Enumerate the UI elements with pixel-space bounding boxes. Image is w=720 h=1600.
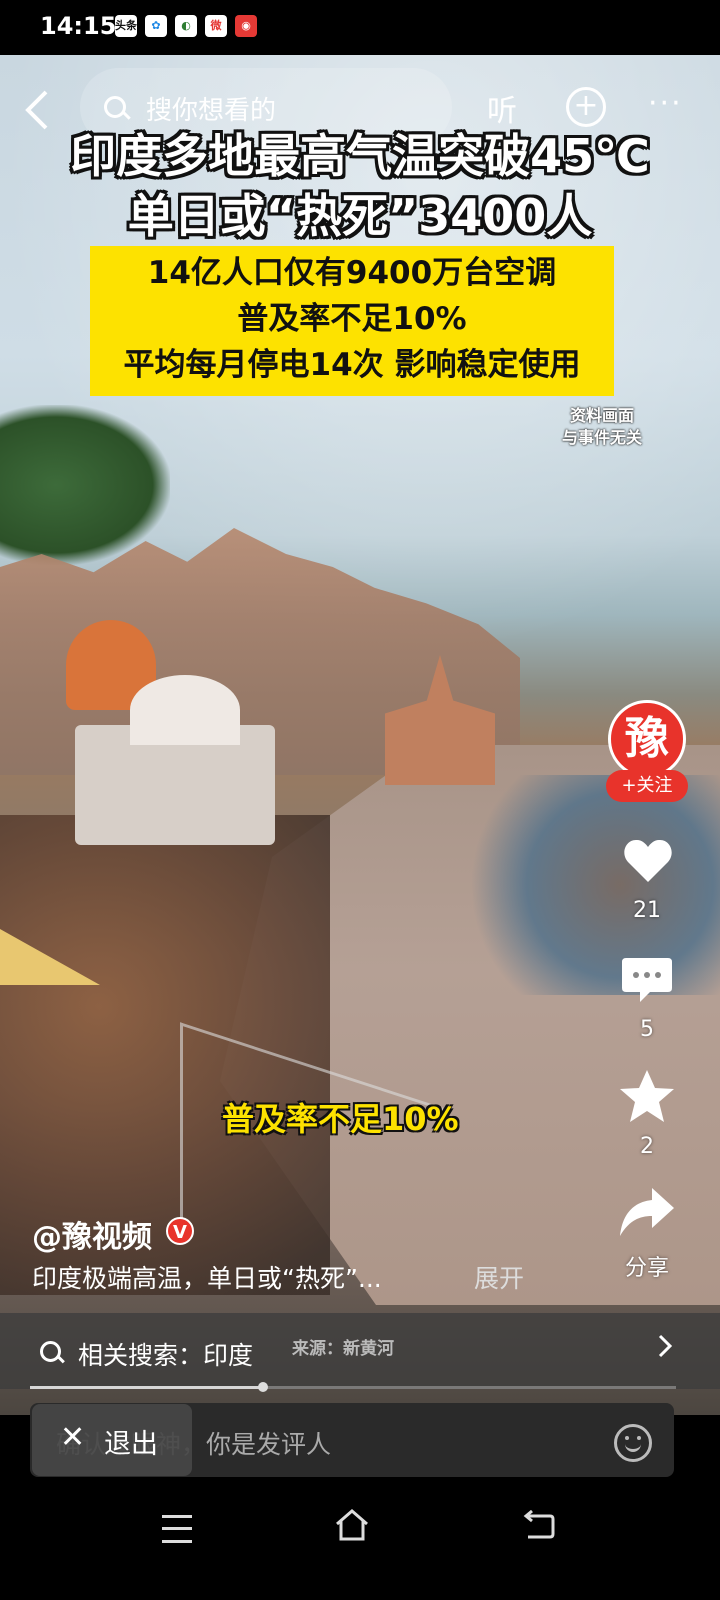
disclaimer-line-1: 资料画面 (569, 406, 634, 425)
status-icons: 头条 ✿ ◐ 微 ◉ (115, 15, 257, 37)
chevron-right-icon[interactable] (656, 1330, 676, 1370)
video-headline: 印度多地最高气温突破45℃ 单日或“热死”3400人 (40, 126, 680, 246)
progress-handle[interactable] (258, 1382, 268, 1392)
favorite-count: 2 (640, 1134, 654, 1159)
expand-link[interactable]: 展开 (474, 1259, 524, 1295)
app-icon: ✿ (145, 15, 167, 37)
home-icon[interactable] (334, 1508, 370, 1542)
comment-count: 5 (640, 1017, 654, 1042)
info-line-1: 14亿人口仅有9400万台空调 (147, 255, 557, 291)
status-time: 14:15 (40, 12, 117, 40)
crowd-right (470, 775, 720, 995)
verified-badge: V (166, 1217, 194, 1245)
menu-icon[interactable] (162, 1515, 192, 1543)
toutiao-icon: 头条 (115, 15, 137, 37)
share-icon[interactable] (618, 1186, 676, 1240)
post-caption[interactable]: 印度极端高温，单日或“热死”... (32, 1259, 382, 1295)
like-count: 21 (633, 898, 661, 923)
star-icon[interactable] (618, 1068, 676, 1124)
search-placeholder: 搜你想看的 (146, 96, 277, 126)
disclaimer-line-2: 与事件无关 (561, 428, 642, 447)
back-icon[interactable] (522, 1510, 556, 1540)
follow-button[interactable]: +关注 (606, 770, 688, 802)
author-name[interactable]: @豫视频 (32, 1212, 152, 1256)
search-icon (104, 96, 126, 118)
source-watermark: 来源：新黄河 (292, 1339, 394, 1359)
headline-line-1: 印度多地最高气温突破45℃ (70, 129, 650, 183)
info-line-3: 平均每月停电14次 影响稳定使用 (123, 347, 581, 383)
more-button[interactable]: ··· (648, 86, 683, 121)
video-subtitle: 普及率不足10% (222, 1100, 459, 1138)
info-box: 14亿人口仅有9400万台空调 普及率不足10% 平均每月停电14次 影响稳定使… (90, 246, 614, 396)
weibo-icon: 微 (205, 15, 227, 37)
mobile-app-icon: ◐ (175, 15, 197, 37)
author-avatar[interactable]: 豫 (608, 700, 686, 778)
system-nav-bar (0, 1490, 720, 1600)
disclaimer: 资料画面 与事件无关 (553, 405, 651, 449)
heart-icon[interactable] (622, 835, 674, 887)
share-label[interactable]: 分享 (617, 1250, 677, 1282)
comment-icon[interactable] (620, 956, 674, 1004)
close-icon[interactable]: ✕ (60, 1420, 85, 1455)
plus-circle-icon[interactable]: + (566, 87, 606, 127)
exit-label[interactable]: 退出 (104, 1422, 158, 1461)
emoji-icon[interactable] (614, 1424, 652, 1462)
related-search-label[interactable]: 相关搜索：印度 (78, 1336, 253, 1372)
info-line-2: 普及率不足10% (237, 301, 467, 337)
progress-fill (30, 1386, 263, 1389)
white-dome (130, 675, 240, 745)
listen-button[interactable]: 听 (487, 86, 517, 130)
news-app-icon: ◉ (235, 15, 257, 37)
trees (0, 405, 170, 565)
headline-line-2: 单日或“热死”3400人 (127, 189, 593, 243)
search-icon (40, 1341, 61, 1362)
